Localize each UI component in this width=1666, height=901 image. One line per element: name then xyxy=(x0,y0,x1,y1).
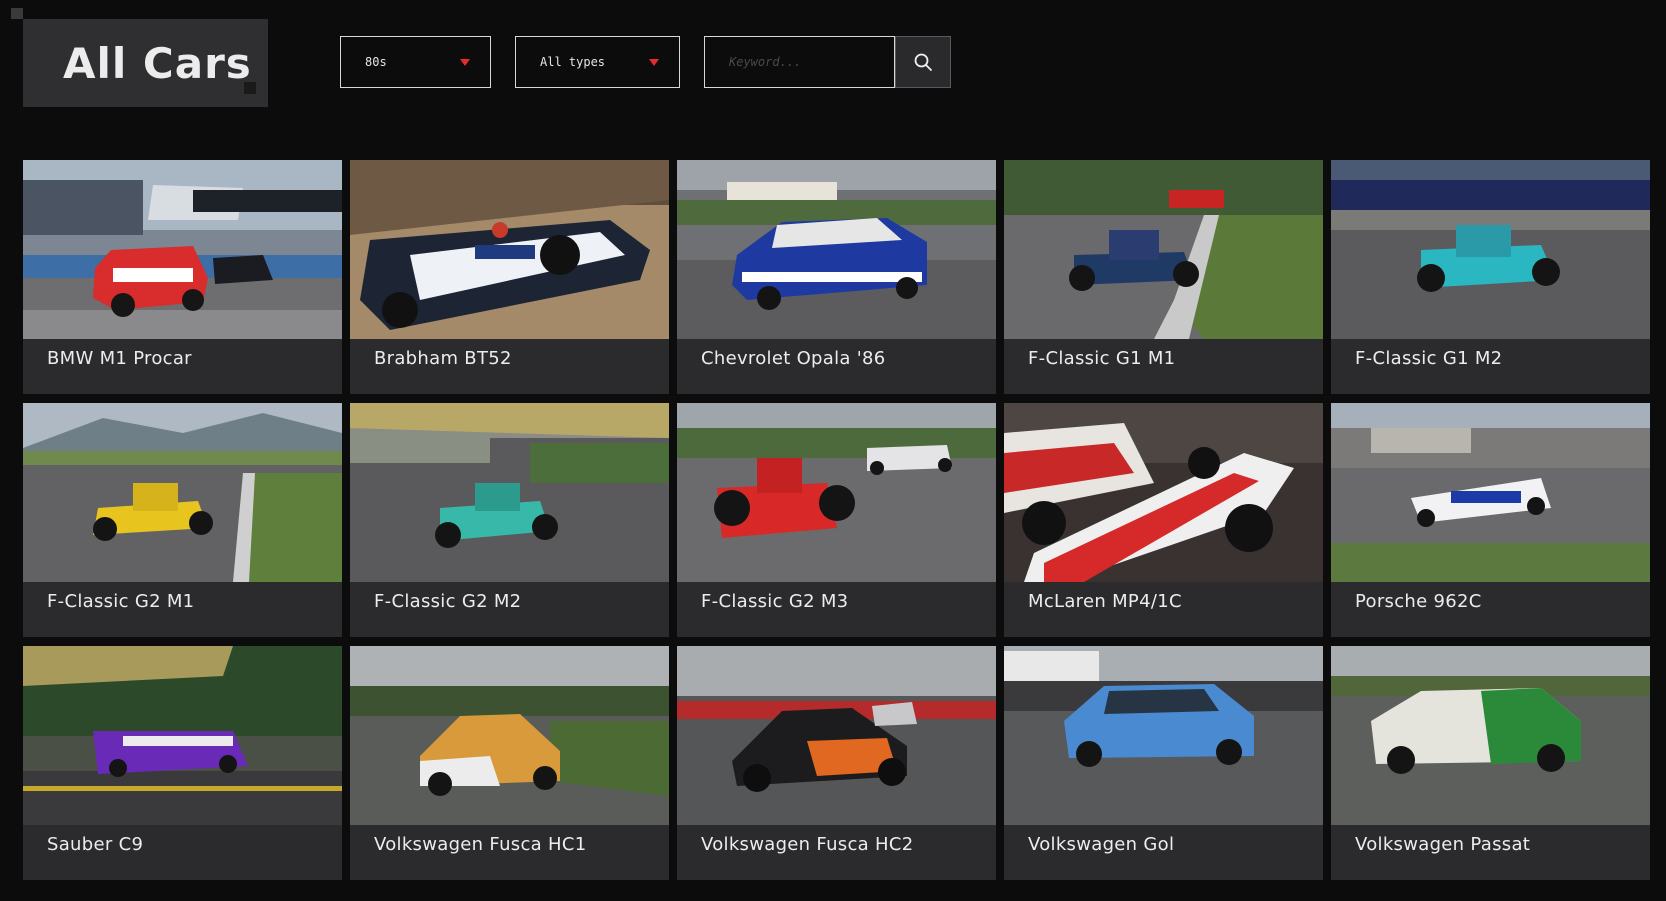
car-name: F-Classic G2 M1 xyxy=(47,591,195,612)
car-image xyxy=(1331,160,1650,339)
car-card[interactable]: BMW M1 Procar xyxy=(23,160,342,394)
car-card[interactable]: Volkswagen Gol xyxy=(1004,646,1323,880)
car-image xyxy=(1331,403,1650,582)
car-image xyxy=(350,403,669,582)
car-card[interactable]: F-Classic G1 M2 xyxy=(1331,160,1650,394)
type-select[interactable]: All types xyxy=(515,36,680,88)
car-card[interactable]: McLaren MP4/1C xyxy=(1004,403,1323,637)
car-card[interactable]: F-Classic G1 M1 xyxy=(1004,160,1323,394)
decor-pixel xyxy=(256,94,268,106)
car-name: Volkswagen Gol xyxy=(1028,834,1175,855)
car-image xyxy=(1331,646,1650,825)
keyword-search-input[interactable] xyxy=(704,36,895,88)
car-image xyxy=(23,403,342,582)
search-icon xyxy=(914,53,932,71)
car-image xyxy=(1004,403,1323,582)
page-title: All Cars xyxy=(63,39,252,88)
car-grid: BMW M1 Procar Brabham BT52 Chevrolet Opa… xyxy=(23,160,1650,880)
car-name: F-Classic G2 M2 xyxy=(374,591,522,612)
car-name: Volkswagen Fusca HC1 xyxy=(374,834,587,855)
car-image xyxy=(1004,646,1323,825)
car-name: F-Classic G1 M1 xyxy=(1028,348,1176,369)
car-image xyxy=(350,646,669,825)
car-card[interactable]: Sauber C9 xyxy=(23,646,342,880)
caret-down-icon xyxy=(649,58,659,66)
car-image xyxy=(677,403,996,582)
car-name: BMW M1 Procar xyxy=(47,348,192,369)
car-image xyxy=(1004,160,1323,339)
car-card[interactable]: Brabham BT52 xyxy=(350,160,669,394)
car-card[interactable]: F-Classic G2 M3 xyxy=(677,403,996,637)
decade-select-value: 80s xyxy=(365,55,387,69)
car-card[interactable]: F-Classic G2 M2 xyxy=(350,403,669,637)
decor-pixel xyxy=(244,82,256,94)
car-image xyxy=(23,160,342,339)
decade-select[interactable]: 80s xyxy=(340,36,491,88)
car-name: Sauber C9 xyxy=(47,834,144,855)
caret-down-icon xyxy=(460,58,470,66)
car-name: Chevrolet Opala '86 xyxy=(701,348,886,369)
car-card[interactable]: Porsche 962C xyxy=(1331,403,1650,637)
search-button[interactable] xyxy=(895,36,951,88)
decor-pixel xyxy=(11,8,23,19)
page-title-box: All Cars xyxy=(23,19,268,107)
car-name: Porsche 962C xyxy=(1355,591,1482,612)
car-card[interactable]: Volkswagen Fusca HC2 xyxy=(677,646,996,880)
car-name: Volkswagen Fusca HC2 xyxy=(701,834,914,855)
car-name: Brabham BT52 xyxy=(374,348,512,369)
car-name: F-Classic G1 M2 xyxy=(1355,348,1503,369)
car-card[interactable]: F-Classic G2 M1 xyxy=(23,403,342,637)
car-image xyxy=(350,160,669,339)
car-name: F-Classic G2 M3 xyxy=(701,591,849,612)
car-image xyxy=(677,646,996,825)
car-image xyxy=(23,646,342,825)
car-card[interactable]: Volkswagen Fusca HC1 xyxy=(350,646,669,880)
car-card[interactable]: Chevrolet Opala '86 xyxy=(677,160,996,394)
car-name: McLaren MP4/1C xyxy=(1028,591,1182,612)
type-select-value: All types xyxy=(540,55,606,69)
car-image xyxy=(677,160,996,339)
car-name: Volkswagen Passat xyxy=(1355,834,1531,855)
car-card[interactable]: Volkswagen Passat xyxy=(1331,646,1650,880)
